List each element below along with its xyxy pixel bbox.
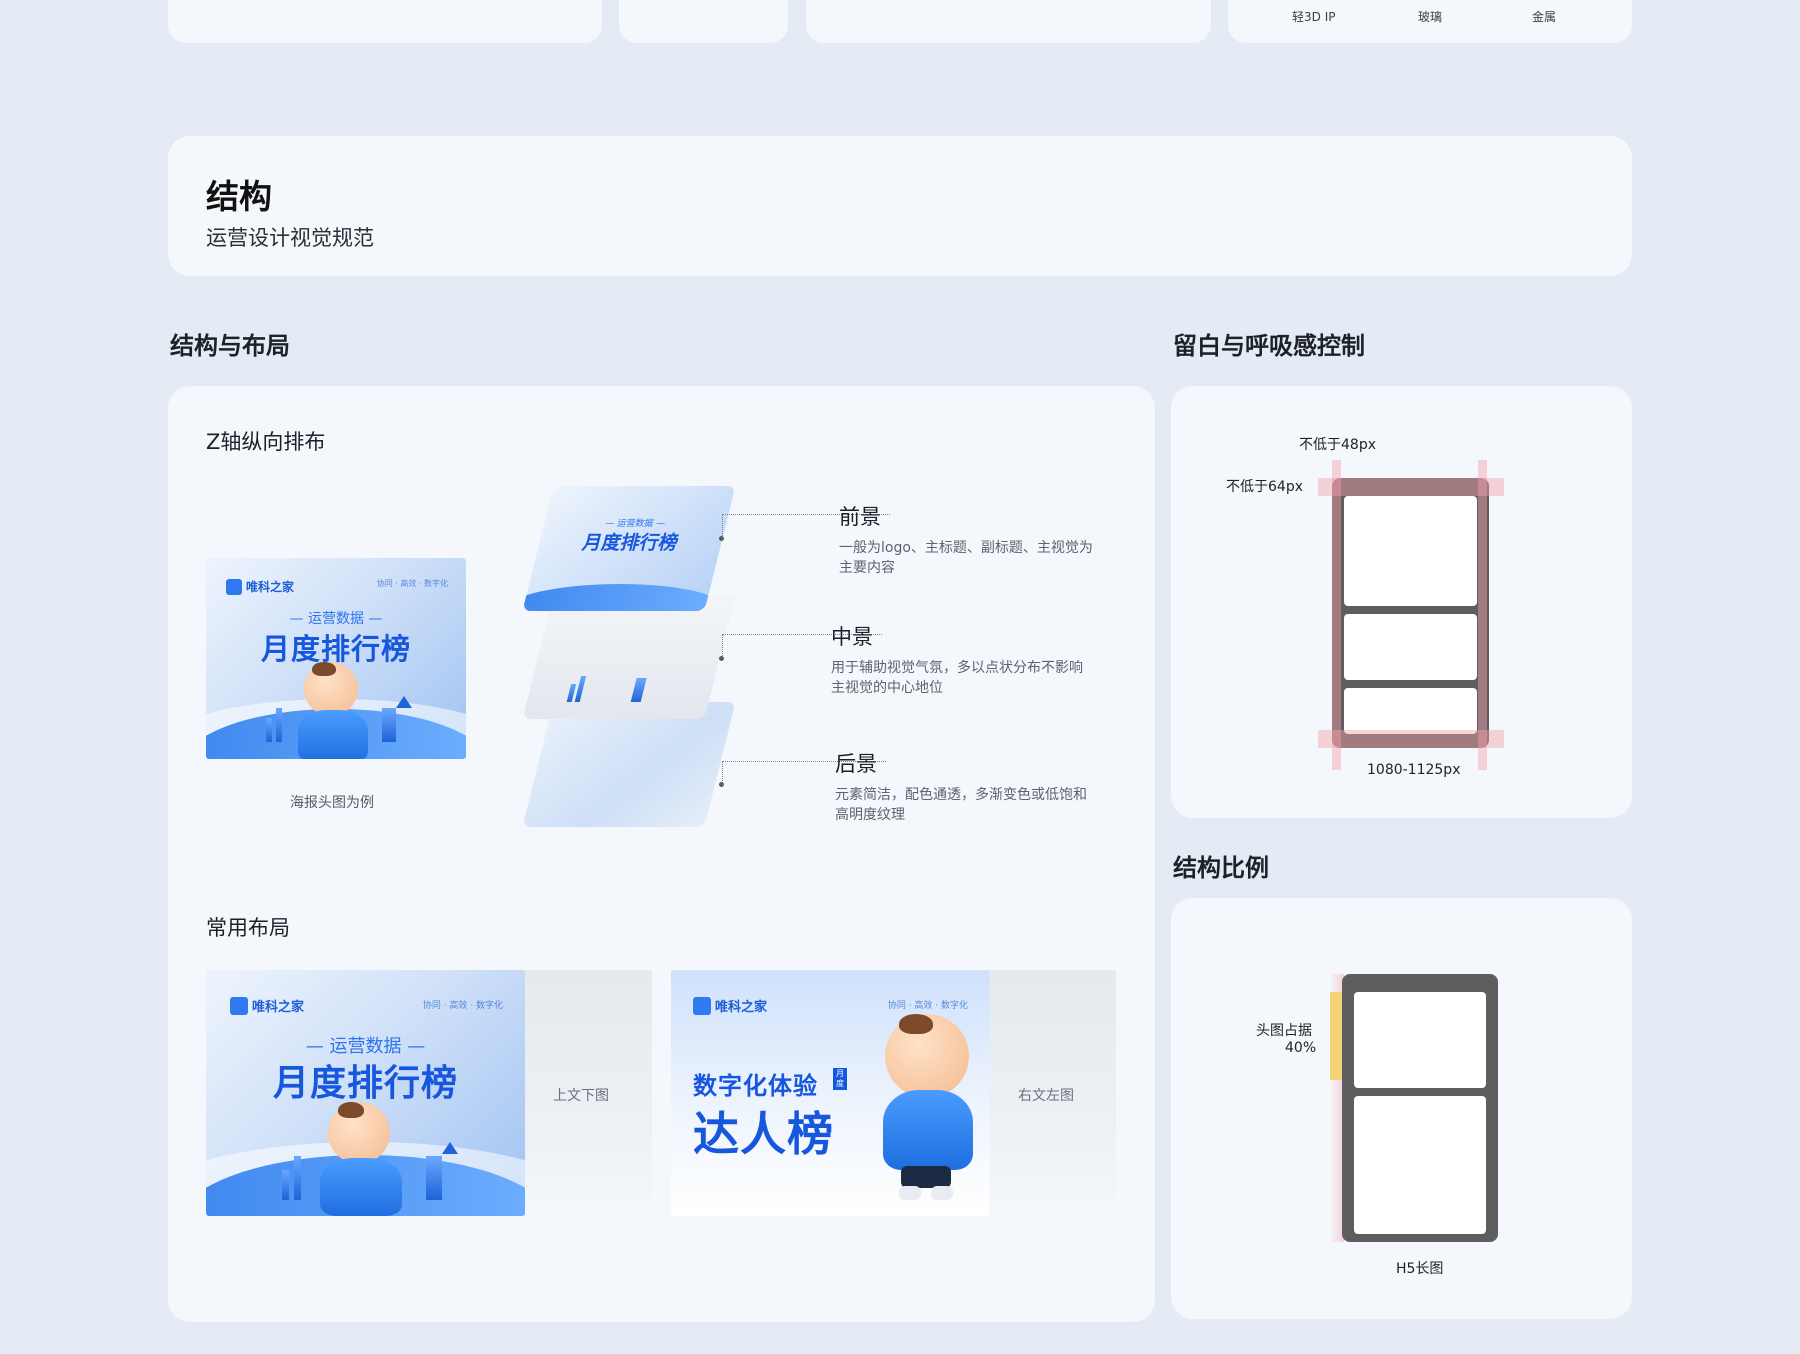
arrow-up-icon [396, 696, 412, 708]
top-margin-label: 不低于48px [1299, 437, 1376, 453]
example-poster: 唯科之家 协同 · 高效 · 数字化 — 运营数据 — 月度排行榜 [206, 558, 466, 759]
poster-brand: 唯科之家 [230, 996, 304, 1015]
poster-alt-headline-1: 数字化体验 [693, 1072, 818, 1100]
whitespace-heading: 留白与呼吸感控制 [1173, 332, 1365, 360]
midground-desc: 用于辅助视觉气氛，多以点状分布不影响主视觉的中心地位 [831, 660, 1083, 696]
poster-brand: 唯科之家 [693, 996, 767, 1015]
chart-bar [382, 708, 396, 742]
style-label-3d-ip: 轻3D IP [1292, 10, 1336, 24]
foreground-headline: 月度排行榜 [580, 532, 681, 554]
side-margin-label: 不低于64px [1226, 479, 1303, 495]
top-card-3 [806, 0, 1211, 43]
body-block [1354, 1096, 1486, 1234]
style-label-metal: 金属 [1532, 10, 1557, 24]
h5-frame [1332, 478, 1489, 748]
poster-tagline: 协同 · 高效 · 数字化 [376, 579, 448, 588]
ratio-heading: 结构比例 [1173, 854, 1269, 882]
layout-card-text-right: 唯科之家 协同 · 高效 · 数字化 数字化体验 月度 达人榜 右文左图 [671, 970, 1116, 1216]
top-card-1 [168, 0, 602, 43]
layout-poster-2: 唯科之家 协同 · 高效 · 数字化 数字化体验 月度 达人榜 [671, 970, 990, 1216]
mascot-illustration [877, 1014, 977, 1204]
head-block [1354, 992, 1486, 1088]
foreground-layer: — 运营数据 — 月度排行榜 [522, 486, 736, 611]
section-title: 结构 [206, 177, 272, 216]
poster-alt-headline-2: 达人榜 [693, 1107, 834, 1161]
layout-label-text-right: 右文左图 [1018, 1088, 1074, 1104]
whitespace-panel: 不低于48px 不低于64px 1080-1125px [1171, 386, 1632, 818]
example-caption: 海报头图为例 [290, 795, 374, 811]
poster-kicker: — 运营数据 — [289, 611, 383, 627]
content-block [1344, 614, 1477, 680]
foreground-title: 前景 [839, 505, 881, 529]
head-ratio-label-2: 40% [1285, 1040, 1317, 1056]
structure-layout-heading: 结构与布局 [170, 332, 290, 360]
mascot-illustration [316, 1102, 406, 1216]
margin-guide-right [1478, 460, 1487, 770]
margin-guide-top [1318, 478, 1504, 496]
midground-layer [522, 594, 736, 719]
poster-alt-badge: 月度 [833, 1068, 847, 1090]
width-label: 1080-1125px [1367, 762, 1461, 778]
chart-bar [266, 718, 272, 742]
margin-guide-bottom [1318, 730, 1504, 748]
foreground-desc: 一般为logo、主标题、副标题、主视觉为主要内容 [839, 540, 1093, 576]
background-layer [522, 702, 736, 827]
h5-long-label: H5长图 [1396, 1261, 1444, 1277]
poster-brand: 唯科之家 [226, 578, 294, 595]
section-header-card: 结构 运营设计视觉规范 [168, 136, 1632, 276]
arrow-up-icon [442, 1142, 458, 1154]
ratio-panel: 头图占据 40% H5长图 [1171, 898, 1632, 1319]
top-card-4: 轻3D IP 玻璃 金属 [1228, 0, 1632, 43]
margin-guide-left [1332, 460, 1341, 770]
poster-tagline: 协同 · 高效 · 数字化 [887, 1001, 968, 1011]
chart-bar [276, 708, 282, 742]
top-card-2 [619, 0, 788, 43]
brand-logo-icon [230, 996, 248, 1015]
section-subtitle: 运营设计视觉规范 [206, 226, 374, 250]
content-block [1344, 496, 1477, 606]
common-layout-title: 常用布局 [206, 916, 290, 940]
brand-logo-icon [226, 578, 242, 595]
z-axis-title: Z轴纵向排布 [206, 430, 326, 454]
background-desc: 元素简洁，配色通透，多渐变色或低饱和高明度纹理 [835, 787, 1087, 823]
poster-headline: 月度排行榜 [272, 1063, 458, 1104]
poster-tagline: 协同 · 高效 · 数字化 [422, 1001, 503, 1011]
midground-title: 中景 [831, 625, 873, 649]
content-block [1344, 688, 1477, 734]
style-label-glass: 玻璃 [1418, 10, 1443, 24]
structure-layout-panel: Z轴纵向排布 唯科之家 协同 · 高效 · 数字化 — 运营数据 — 月度排行榜… [168, 386, 1155, 1322]
mascot-illustration [294, 662, 374, 759]
layout-card-text-top: 唯科之家 协同 · 高效 · 数字化 — 运营数据 — 月度排行榜 上文下图 [206, 970, 652, 1216]
background-title: 后景 [835, 752, 877, 776]
layout-poster-1: 唯科之家 协同 · 高效 · 数字化 — 运营数据 — 月度排行榜 [206, 970, 525, 1216]
head-ratio-label-1: 头图占据 [1256, 1023, 1312, 1039]
h5-long-frame [1342, 974, 1498, 1242]
brand-logo-icon [693, 996, 711, 1015]
layout-label-text-top: 上文下图 [553, 1088, 609, 1104]
